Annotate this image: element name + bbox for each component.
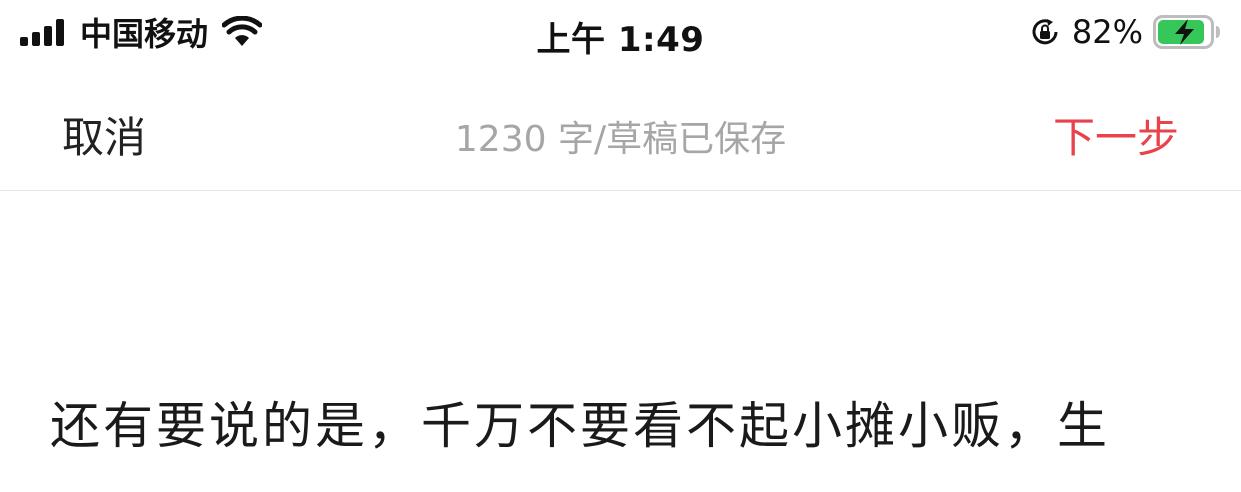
battery-percent: 82% xyxy=(1071,13,1143,51)
status-right: 82% xyxy=(1030,12,1221,52)
screen: 中国移动 上午 1:49 82% 取消 1230 字/草稿已保存 下一步 还有要… xyxy=(0,0,1241,492)
battery-charging-icon xyxy=(1153,15,1220,49)
editor-text[interactable]: 还有要说的是，千万不要看不起小摊小贩，生 xyxy=(50,394,1200,458)
nav-bar: 取消 1230 字/草稿已保存 下一步 xyxy=(0,64,1241,191)
orientation-lock-icon xyxy=(1032,19,1058,45)
next-step-button[interactable]: 下一步 xyxy=(1053,104,1179,165)
status-bar: 中国移动 上午 1:49 82% xyxy=(0,0,1241,64)
editor-area[interactable]: 还有要说的是，千万不要看不起小摊小贩，生 xyxy=(0,192,1241,492)
